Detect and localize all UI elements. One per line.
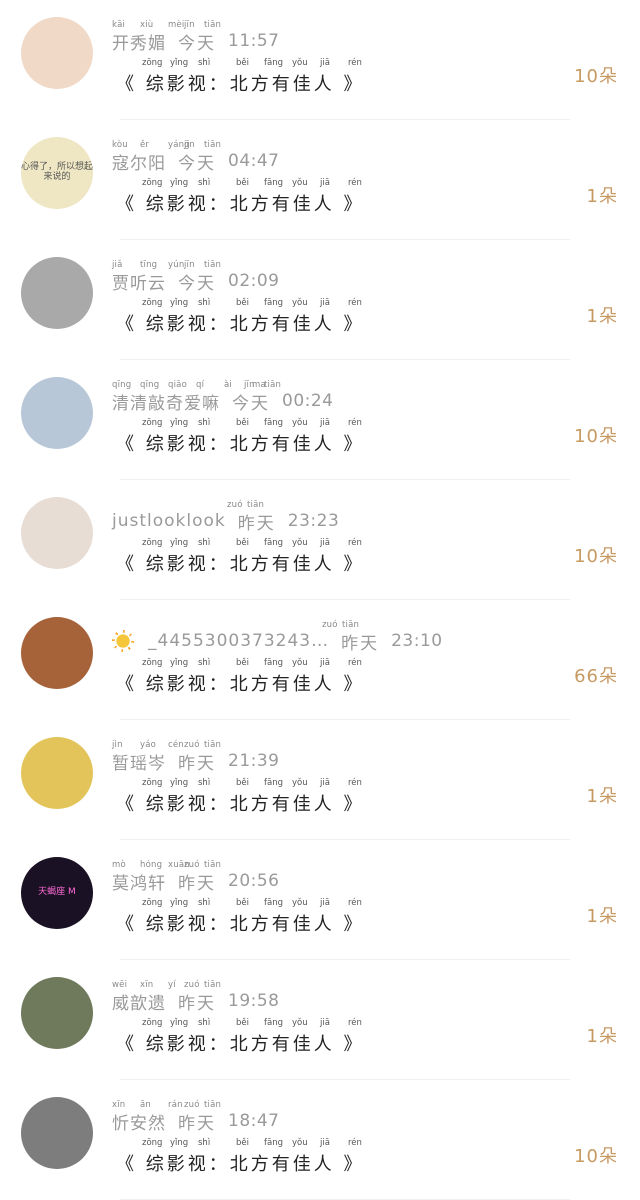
message-text: 《 综影视：北方有佳人 》 — [116, 314, 365, 335]
avatar[interactable]: 天蝎座 M — [21, 857, 93, 929]
avatar[interactable] — [21, 977, 93, 1049]
comment-header: 威歆遗 昨天 19:58 — [112, 988, 280, 1014]
list-item[interactable]: jiǎ tīng yún jīn tiān 贾听云 今天 02:09 zōng yǐng shì bě… — [0, 240, 640, 360]
message-text: 《 综影视：北方有佳人 》 — [116, 1034, 365, 1055]
user-name[interactable]: 开秀媚 — [112, 29, 166, 54]
message-text: 《 综影视：北方有佳人 》 — [116, 1154, 365, 1175]
avatar[interactable] — [21, 17, 93, 89]
list-item[interactable]: zuó tiān _4455300373243… 昨天 23:10 zōng yǐng shì… — [0, 600, 640, 720]
list-item[interactable]: 心得了，所以想起来说的 kòu ěr yáng jīn tiān 寇尔阳 今天 04:47 zōn… — [0, 120, 640, 240]
comment-day: 昨天 — [178, 873, 216, 894]
message-text: 《 综影视：北方有佳人 》 — [116, 914, 365, 935]
comment-header: 清清敲奇爱嘛 今天 00:24 — [112, 388, 334, 414]
user-name[interactable]: 寇尔阳 — [112, 149, 166, 174]
comment-header: 暂瑶岑 昨天 21:39 — [112, 748, 280, 774]
list-item[interactable]: 天蝎座 Mmò hóng xuān zuó tiān 莫鸿轩 昨天 20:56 zōng yǐng… — [0, 840, 640, 960]
comment-time: 23:23 — [287, 511, 340, 531]
comment-header: 忻安然 昨天 18:47 — [112, 1108, 280, 1134]
comment-day: 昨天 — [178, 753, 216, 774]
gift-count: 10朵 — [574, 1146, 618, 1167]
comment-header: 开秀媚 今天 11:57 — [112, 28, 280, 54]
list-item[interactable]: qīng qīng qiāo qí ài ma jīn tiān 清清敲奇爱嘛 今天 00:24 zō… — [0, 360, 640, 480]
user-name[interactable]: 贾听云 — [112, 269, 166, 294]
list-item[interactable]: jìn yáo cén zuó tiān 暂瑶岑 昨天 21:39 zōng yǐng shì běi… — [0, 720, 640, 840]
comment-time: 20:56 — [228, 871, 280, 891]
comment-day: 昨天 — [178, 993, 216, 1014]
gift-count: 1朵 — [586, 906, 618, 927]
comment-header: 贾听云 今天 02:09 — [112, 268, 280, 294]
comment-day: 今天 — [178, 273, 216, 294]
comment-time: 19:58 — [228, 991, 280, 1011]
avatar[interactable] — [21, 617, 93, 689]
gift-count: 1朵 — [586, 1026, 618, 1047]
avatar[interactable]: 心得了，所以想起来说的 — [21, 137, 93, 209]
user-name[interactable]: _4455300373243… — [148, 631, 329, 651]
avatar[interactable] — [21, 1097, 93, 1169]
gift-count: 1朵 — [586, 786, 618, 807]
gift-count: 66朵 — [574, 666, 618, 687]
comment-header: justlooklook 昨天 23:23 — [112, 508, 339, 534]
comment-header: 莫鸿轩 昨天 20:56 — [112, 868, 280, 894]
comment-day: 昨天 — [341, 633, 380, 654]
user-name[interactable]: 忻安然 — [112, 1109, 166, 1134]
avatar[interactable] — [21, 377, 93, 449]
list-item[interactable]: xīn ān rán zuó tiān 忻安然 昨天 18:47 zōng yǐng shì běi f… — [0, 1080, 640, 1200]
comment-time: 18:47 — [228, 1111, 280, 1131]
avatar[interactable] — [21, 497, 93, 569]
list-item[interactable]: zuó tiān justlooklook 昨天 23:23 zōng yǐng shì běi… — [0, 480, 640, 600]
user-name[interactable]: 清清敲奇爱嘛 — [112, 389, 220, 414]
user-name[interactable]: 威歆遗 — [112, 989, 166, 1014]
avatar[interactable] — [21, 257, 93, 329]
message-text: 《 综影视：北方有佳人 》 — [116, 794, 365, 815]
comment-time: 04:47 — [228, 151, 280, 171]
comment-time: 02:09 — [228, 271, 280, 291]
comment-day: 昨天 — [237, 513, 276, 534]
list-item[interactable]: kāi xiù mèi jīn tiān 开秀媚 今天 11:57 zōng yǐng shì běi… — [0, 0, 640, 120]
gift-count: 1朵 — [586, 306, 618, 327]
message-text: 《 综影视：北方有佳人 》 — [116, 674, 365, 695]
comment-time: 23:10 — [391, 631, 443, 651]
sun-icon — [112, 630, 134, 652]
list-item[interactable]: wēi xīn yí zuó tiān 威歆遗 昨天 19:58 zōng yǐng shì běi f… — [0, 960, 640, 1080]
message-text: 《 综影视：北方有佳人 》 — [116, 194, 365, 215]
comment-time: 11:57 — [228, 31, 280, 51]
comment-day: 今天 — [178, 153, 216, 174]
user-name[interactable]: 暂瑶岑 — [112, 749, 166, 774]
user-name[interactable]: 莫鸿轩 — [112, 869, 166, 894]
avatar[interactable] — [21, 737, 93, 809]
comment-time: 00:24 — [282, 391, 334, 411]
comment-day: 昨天 — [178, 1113, 216, 1134]
comment-header: 寇尔阳 今天 04:47 — [112, 148, 280, 174]
gift-count: 10朵 — [574, 546, 618, 567]
message-text: 《 综影视：北方有佳人 》 — [116, 74, 365, 95]
message-text: 《 综影视：北方有佳人 》 — [116, 434, 365, 455]
gift-count: 10朵 — [574, 426, 618, 447]
comment-day: 今天 — [178, 33, 216, 54]
gift-count: 1朵 — [586, 186, 618, 207]
gift-count: 10朵 — [574, 66, 618, 87]
user-name[interactable]: justlooklook — [112, 511, 226, 531]
comment-header: _4455300373243… 昨天 23:10 — [112, 628, 443, 654]
comment-time: 21:39 — [228, 751, 280, 771]
comment-day: 今天 — [232, 393, 270, 414]
message-text: 《 综影视：北方有佳人 》 — [116, 554, 365, 575]
